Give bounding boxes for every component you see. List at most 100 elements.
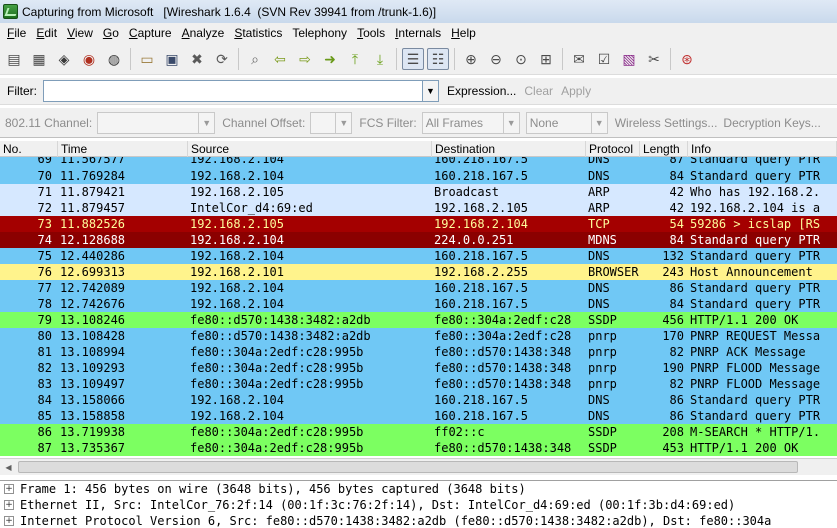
column-header-length[interactable]: Length <box>640 141 688 157</box>
interface-list-icon[interactable]: ▤ <box>3 48 25 70</box>
column-header-time[interactable]: Time <box>58 141 188 157</box>
detail-tree-item[interactable]: + Internet Protocol Version 6, Src: fe80:… <box>0 513 837 528</box>
packet-row[interactable]: 72 11.879457 IntelCor_d4:69:ed 192.168.2.10… <box>0 200 837 216</box>
clear-button[interactable]: Clear <box>524 84 553 98</box>
go-to-packet-icon[interactable]: ➜ <box>319 48 341 70</box>
normal-size-icon[interactable]: ⊙ <box>510 48 532 70</box>
capture-filters-icon[interactable]: ✉ <box>568 48 590 70</box>
expand-plus-icon[interactable]: + <box>4 484 14 494</box>
main-toolbar: ▤ ▦ ◈ ◉ ◍ ▭ ▣ ✖ ⟳ ⌕ ⇦ ⇨ ➜ ⤒ ⤓ ☰ ☷ ⊕ ⊖ ⊙ ⊞ ✉ ☑ ▧ ✂ ⊛ <box>0 43 837 75</box>
toolbar-separator <box>454 47 455 70</box>
zoom-in-icon[interactable]: ⊕ <box>460 48 482 70</box>
packet-row[interactable]: 76 12.699313 192.168.2.101 192.168.2.255 BRO… <box>0 264 837 280</box>
packet-cell-dst: 160.218.167.5 <box>434 281 528 295</box>
wireshark-app-icon <box>3 4 18 19</box>
packet-row[interactable]: 84 13.158066 192.168.2.104 160.218.167.5 DNS… <box>0 392 837 408</box>
go-forward-icon[interactable]: ⇨ <box>294 48 316 70</box>
go-first-icon[interactable]: ⤒ <box>344 48 366 70</box>
restart-capture-icon[interactable]: ◍ <box>103 48 125 70</box>
fcs-filter-select[interactable]: All Frames ▼ <box>421 111 520 134</box>
menu-view[interactable]: View <box>62 23 98 43</box>
menu-file[interactable]: File <box>2 23 31 43</box>
packet-cell-no: 87 <box>37 441 52 455</box>
packet-cell-dst: 160.218.167.5 <box>434 409 528 423</box>
display-filters-icon[interactable]: ☑ <box>593 48 615 70</box>
packet-cell-dst: fe80::d570:1438:348 <box>434 441 572 455</box>
menu-analyze[interactable]: Analyze <box>177 23 230 43</box>
scroll-left-icon[interactable]: ◀ <box>0 459 17 475</box>
packet-cell-time: 12.440286 <box>60 249 126 263</box>
packet-cell-len: 42 <box>669 201 684 215</box>
column-header-no[interactable]: No. <box>0 141 58 157</box>
apply-button[interactable]: Apply <box>561 84 591 98</box>
packet-row[interactable]: 86 13.719938 fe80::304a:2edf:c28:995b ff02:… <box>0 424 837 440</box>
packet-row[interactable]: 74 12.128688 192.168.2.104 224.0.0.251 MDNS 8… <box>0 232 837 248</box>
find-packet-icon[interactable]: ⌕ <box>244 48 266 70</box>
autoscroll-icon[interactable]: ☷ <box>427 47 449 70</box>
packet-row[interactable]: 83 13.109497 fe80::304a:2edf:c28:995b fe80:… <box>0 376 837 392</box>
colorize-icon[interactable]: ☰ <box>402 47 424 70</box>
reload-icon[interactable]: ⟳ <box>211 48 233 70</box>
resize-columns-icon[interactable]: ⊞ <box>535 48 557 70</box>
save-file-icon[interactable]: ▣ <box>161 48 183 70</box>
go-last-icon[interactable]: ⤓ <box>369 48 391 70</box>
packet-row[interactable]: 71 11.879421 192.168.2.105 Broadcast ARP 42 Wh… <box>0 184 837 200</box>
packet-row[interactable]: 85 13.158858 192.168.2.104 160.218.167.5 DNS… <box>0 408 837 424</box>
packet-cell-time: 12.699313 <box>60 265 126 279</box>
packet-row[interactable]: 79 13.108246 fe80::d570:1438:3482:a2db fe80… <box>0 312 837 328</box>
stop-capture-icon[interactable]: ◉ <box>78 48 100 70</box>
chevron-down-icon: ▼ <box>198 112 214 133</box>
scrollbar-thumb[interactable] <box>18 461 798 473</box>
zoom-out-icon[interactable]: ⊖ <box>485 48 507 70</box>
packet-row[interactable]: 82 13.109293 fe80::304a:2edf:c28:995b fe80:… <box>0 360 837 376</box>
channel-select[interactable]: ▼ <box>97 111 216 134</box>
packet-list[interactable]: 69 11.567577 192.168.2.104 160.218.167.5 DNS… <box>0 157 837 456</box>
packet-row[interactable]: 78 12.742676 192.168.2.104 160.218.167.5 DNS… <box>0 296 837 312</box>
menu-edit[interactable]: Edit <box>31 23 62 43</box>
menu-tools[interactable]: Tools <box>352 23 390 43</box>
packet-cell-no: 80 <box>37 329 52 343</box>
column-header-info[interactable]: Info <box>688 141 837 157</box>
packet-row[interactable]: 75 12.440286 192.168.2.104 160.218.167.5 DNS… <box>0 248 837 264</box>
expand-plus-icon[interactable]: + <box>4 500 14 510</box>
menu-statistics[interactable]: Statistics <box>229 23 287 43</box>
menu-internals[interactable]: Internals <box>390 23 446 43</box>
go-back-icon[interactable]: ⇦ <box>269 48 291 70</box>
open-file-icon[interactable]: ▭ <box>136 48 158 70</box>
column-header-protocol[interactable]: Protocol <box>586 141 640 157</box>
menu-go[interactable]: Go <box>98 23 124 43</box>
packet-cell-src: fe80::304a:2edf:c28:995b <box>190 441 364 455</box>
packet-row[interactable]: 81 13.108994 fe80::304a:2edf:c28:995b fe80:… <box>0 344 837 360</box>
detail-tree-item[interactable]: + Ethernet II, Src: IntelCor_76:2f:14 (00… <box>0 497 837 513</box>
column-header-destination[interactable]: Destination <box>432 141 586 157</box>
decryption-keys-button[interactable]: Decryption Keys... <box>723 116 820 130</box>
packet-row[interactable]: 69 11.567577 192.168.2.104 160.218.167.5 DNS… <box>0 157 837 168</box>
wireless-settings-button[interactable]: Wireless Settings... <box>615 116 718 130</box>
packet-row[interactable]: 70 11.769284 192.168.2.104 160.218.167.5 DNS… <box>0 168 837 184</box>
packet-cell-no: 76 <box>37 265 52 279</box>
packet-row[interactable]: 77 12.742089 192.168.2.104 160.218.167.5 DNS… <box>0 280 837 296</box>
decryption-mode-select[interactable]: None ▼ <box>525 111 608 134</box>
expand-plus-icon[interactable]: + <box>4 516 14 526</box>
packet-row[interactable]: 73 11.882526 192.168.2.105 192.168.2.104 TCP… <box>0 216 837 232</box>
close-file-icon[interactable]: ✖ <box>186 48 208 70</box>
channel-offset-select[interactable]: ▼ <box>310 111 353 134</box>
coloring-rules-icon[interactable]: ▧ <box>618 48 640 70</box>
column-header-source[interactable]: Source <box>188 141 432 157</box>
preferences-icon[interactable]: ✂ <box>643 48 665 70</box>
filter-history-dropdown[interactable]: ▼ <box>423 80 439 102</box>
packet-row[interactable]: 80 13.108428 fe80::d570:1438:3482:a2db fe80… <box>0 328 837 344</box>
chevron-down-icon: ▼ <box>426 86 435 96</box>
start-capture-icon[interactable]: ◈ <box>53 48 75 70</box>
detail-tree-item[interactable]: + Frame 1: 456 bytes on wire (3648 bits),… <box>0 481 837 497</box>
help-icon[interactable]: ⊛ <box>676 48 698 70</box>
packet-row[interactable]: 87 13.735367 fe80::304a:2edf:c28:995b fe80:… <box>0 440 837 456</box>
packet-list-hscrollbar[interactable]: ◀ <box>0 458 837 475</box>
menu-help[interactable]: Help <box>446 23 481 43</box>
filter-input[interactable] <box>43 80 423 102</box>
capture-options-icon[interactable]: ▦ <box>28 48 50 70</box>
expression-button[interactable]: Expression... <box>447 84 516 98</box>
menu-telephony[interactable]: Telephony <box>287 23 352 43</box>
menu-capture[interactable]: Capture <box>124 23 177 43</box>
packet-cell-src: 192.168.2.104 <box>190 249 284 263</box>
